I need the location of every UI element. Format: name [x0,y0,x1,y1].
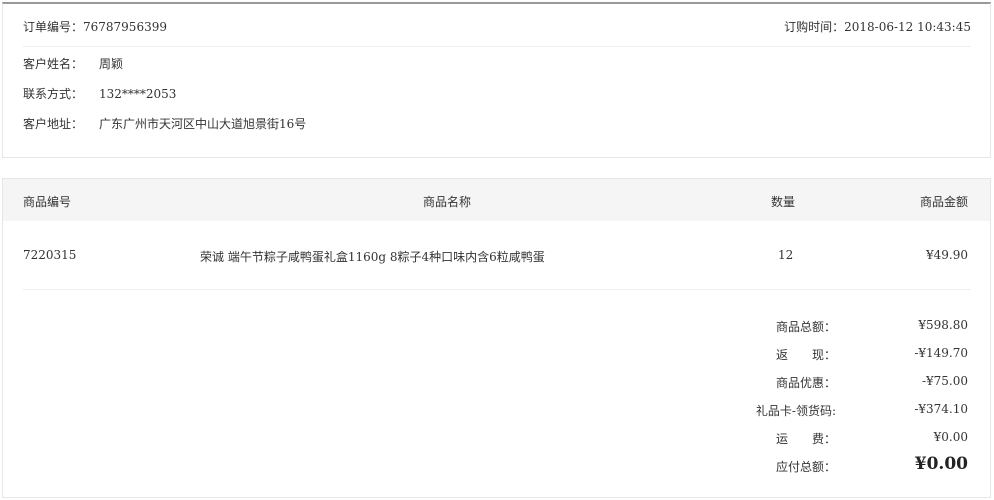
summary-payable-value: ¥0.00 [914,454,968,474]
header-amount: 商品金额 [919,195,968,209]
item-amount: ¥49.90 [926,248,968,262]
order-time: 订购时间：2018-06-12 10:43:45 [784,20,971,34]
customer-name-value: 周颖 [99,57,124,71]
header-name: 商品名称 [423,195,472,209]
customer-contact-value: 132****2053 [99,87,177,101]
table-header: 商品编号 商品名称 数量 商品金额 [3,179,990,221]
customer-address-row: 客户地址： 广东广州市天河区中山大道旭景街16号 [23,115,306,131]
customer-contact-label: 联系方式： [23,87,84,101]
summary-label: 商品总额： [775,320,836,334]
summary-value: ¥598.80 [918,318,968,332]
row-divider [23,289,971,290]
customer-name-label: 客户姓名： [23,57,84,71]
summary-payable-total: 应付总额： ¥0.00 [3,454,990,474]
summary-value: -¥149.70 [914,346,968,360]
summary-label: 返 现： [775,348,836,362]
customer-contact-row: 联系方式： 132****2053 [23,85,176,101]
summary-discount: 商品优惠： -¥75.00 [3,374,990,390]
summary-label: 应付总额： [775,460,836,474]
summary-goods-total: 商品总额： ¥598.80 [3,318,990,334]
summary-label: 运 费： [775,432,836,446]
order-items-card: 商品编号 商品名称 数量 商品金额 7220315 荣诚 端午节粽子咸鸭蛋礼盒1… [2,178,991,498]
summary-cashback: 返 现： -¥149.70 [3,346,990,362]
header-sku: 商品编号 [23,195,72,209]
summary-gift-card: 礼品卡-领货码: -¥374.10 [3,402,990,418]
customer-address-label: 客户地址： [23,117,84,131]
customer-name-row: 客户姓名： 周颖 [23,55,123,71]
summary-value: ¥0.00 [933,430,968,444]
summary-label: 礼品卡-领货码: [755,404,836,418]
customer-address-value: 广东广州市天河区中山大道旭景街16号 [99,117,307,131]
summary-value: -¥75.00 [921,374,968,388]
table-row: 7220315 荣诚 端午节粽子咸鸭蛋礼盒1160g 8粽子4种口味内含6粒咸鸭… [3,221,990,291]
order-info-card: 订单编号：76787956399 订购时间：2018-06-12 10:43:4… [2,2,991,158]
order-header: 订单编号：76787956399 订购时间：2018-06-12 10:43:4… [23,4,971,47]
order-number: 订单编号：76787956399 [23,20,167,34]
summary-value: -¥374.10 [914,402,968,416]
item-sku: 7220315 [23,248,77,262]
item-name[interactable]: 荣诚 端午节粽子咸鸭蛋礼盒1160g 8粽子4种口味内含6粒咸鸭蛋 [200,248,545,265]
item-qty: 12 [778,248,794,262]
header-qty: 数量 [771,195,796,209]
summary-label: 商品优惠： [775,376,836,390]
summary-shipping: 运 费： ¥0.00 [3,430,990,446]
